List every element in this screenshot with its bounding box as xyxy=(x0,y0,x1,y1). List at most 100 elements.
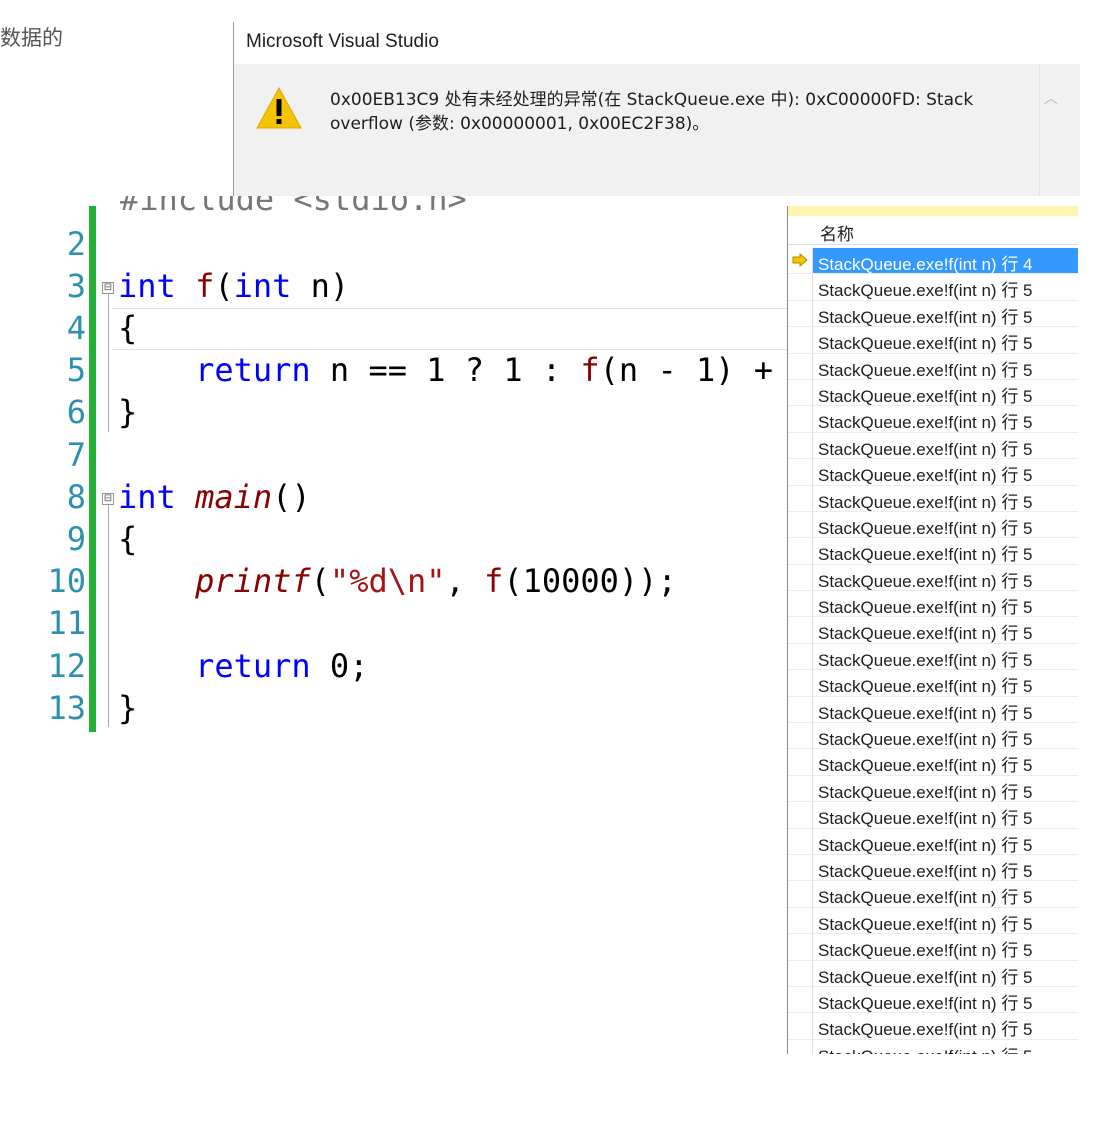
frame-gutter xyxy=(788,907,813,934)
code-text: { xyxy=(118,309,138,347)
call-stack-frame[interactable]: StackQueue.exe!f(int n) 行 5 xyxy=(788,327,1078,354)
call-stack-frame[interactable]: StackQueue.exe!f(int n) 行 5 xyxy=(788,1013,1078,1040)
frame-gutter xyxy=(788,986,813,1013)
call-stack-frame[interactable]: StackQueue.exe!f(int n) 行 4 xyxy=(788,248,1078,275)
call-stack-frame[interactable]: StackQueue.exe!f(int n) 行 5 xyxy=(788,485,1078,512)
frame-gutter xyxy=(788,1039,813,1054)
code-text: int f(int n) xyxy=(118,267,350,305)
frame-gutter xyxy=(788,511,813,538)
call-stack-frame[interactable]: StackQueue.exe!f(int n) 行 5 xyxy=(788,406,1078,433)
frame-label: StackQueue.exe!f(int n) 行 5 xyxy=(818,914,1033,934)
frame-label: StackQueue.exe!f(int n) 行 5 xyxy=(818,518,1033,538)
frame-label: StackQueue.exe!f(int n) 行 5 xyxy=(818,888,1033,908)
call-stack-frame[interactable]: StackQueue.exe!f(int n) 行 5 xyxy=(788,459,1078,486)
call-stack-frame[interactable]: StackQueue.exe!f(int n) 行 5 xyxy=(788,432,1078,460)
call-stack-frame[interactable]: StackQueue.exe!f(int n) 行 5 xyxy=(788,538,1078,565)
frame-gutter xyxy=(788,934,813,960)
code-line: 11 xyxy=(0,602,787,644)
code-line-1-partial: #include <stdio.h> xyxy=(120,196,467,218)
frame-label: StackQueue.exe!f(int n) 行 5 xyxy=(818,571,1033,591)
call-stack-frame[interactable]: StackQueue.exe!f(int n) 行 5 xyxy=(788,274,1078,301)
call-stack-frame[interactable]: StackQueue.exe!f(int n) 行 5 xyxy=(788,828,1078,855)
frame-label: StackQueue.exe!f(int n) 行 5 xyxy=(818,624,1033,644)
call-stack-frame[interactable]: StackQueue.exe!f(int n) 行 5 xyxy=(788,723,1078,750)
call-stack-frame[interactable]: StackQueue.exe!f(int n) 行 5 xyxy=(788,643,1078,671)
frame-gutter xyxy=(788,406,813,432)
code-line: 13 } xyxy=(0,687,787,729)
code-line: 5 return n == 1 ? 1 : f(n - 1) + xyxy=(0,349,787,391)
frame-gutter xyxy=(788,670,813,696)
exception-message-line-1: 0x00EB13C9 处有未经处理的异常(在 StackQueue.exe 中)… xyxy=(330,90,974,110)
frame-label: StackQueue.exe!f(int n) 行 5 xyxy=(818,730,1033,750)
code-line: 9 { xyxy=(0,518,787,560)
call-stack-frame[interactable]: StackQueue.exe!f(int n) 行 5 xyxy=(788,960,1078,987)
call-stack-frame[interactable]: StackQueue.exe!f(int n) 行 5 xyxy=(788,353,1078,380)
call-stack-frame[interactable]: StackQueue.exe!f(int n) 行 5 xyxy=(788,511,1078,539)
call-stack-frame[interactable]: StackQueue.exe!f(int n) 行 5 xyxy=(788,591,1078,618)
line-number: 5 xyxy=(66,351,86,389)
frame-label: StackQueue.exe!f(int n) 行 5 xyxy=(818,281,1033,301)
warning-icon xyxy=(256,86,302,129)
code-text: } xyxy=(118,689,138,727)
code-editor[interactable]: #include <stdio.h> ⊟ ⊟ 2 3 int f(int n) … xyxy=(0,196,787,756)
frame-gutter xyxy=(788,854,813,881)
exception-message[interactable]: 0x00EB13C9 处有未经处理的异常(在 StackQueue.exe 中)… xyxy=(330,88,1010,136)
line-number: 2 xyxy=(66,225,86,263)
frame-gutter xyxy=(788,564,813,591)
call-stack-frame[interactable]: StackQueue.exe!f(int n) 行 5 xyxy=(788,696,1078,724)
call-stack-top-bar xyxy=(788,206,1078,216)
frame-label: StackQueue.exe!f(int n) 行 5 xyxy=(818,861,1033,881)
call-stack-frame[interactable]: StackQueue.exe!f(int n) 行 5 xyxy=(788,670,1078,697)
call-stack-header[interactable]: 名称 xyxy=(788,218,1078,245)
line-number: 12 xyxy=(47,647,86,685)
frame-label: StackQueue.exe!f(int n) 行 5 xyxy=(818,307,1033,327)
frame-label: StackQueue.exe!f(int n) 行 5 xyxy=(818,993,1033,1013)
frame-label: StackQueue.exe!f(int n) 行 5 xyxy=(818,466,1033,486)
frame-gutter xyxy=(788,1013,813,1039)
current-frame-arrow-icon xyxy=(792,253,808,267)
call-stack-frame[interactable]: StackQueue.exe!f(int n) 行 5 xyxy=(788,854,1078,882)
frame-gutter xyxy=(788,775,813,802)
call-stack-frame[interactable]: StackQueue.exe!f(int n) 行 5 xyxy=(788,617,1078,644)
column-header-name[interactable]: 名称 xyxy=(820,220,854,245)
frame-label: StackQueue.exe!f(int n) 行 5 xyxy=(818,782,1033,802)
frame-label: StackQueue.exe!f(int n) 行 5 xyxy=(818,334,1033,354)
code-line: 10 printf("%d\n", f(10000)); xyxy=(0,560,787,602)
frame-gutter xyxy=(788,248,813,274)
code-line: 3 int f(int n) xyxy=(0,265,787,307)
frame-gutter xyxy=(788,696,813,723)
code-text: return n == 1 ? 1 : f(n - 1) + xyxy=(195,351,774,389)
call-stack-frame[interactable]: StackQueue.exe!f(int n) 行 5 xyxy=(788,749,1078,776)
call-stack-frame[interactable]: StackQueue.exe!f(int n) 行 5 xyxy=(788,986,1078,1014)
frame-label: StackQueue.exe!f(int n) 行 5 xyxy=(818,413,1033,433)
frame-label: StackQueue.exe!f(int n) 行 5 xyxy=(818,439,1033,459)
frame-gutter xyxy=(788,591,813,617)
frame-gutter xyxy=(788,274,813,300)
frame-label: StackQueue.exe!f(int n) 行 5 xyxy=(818,598,1033,618)
dialog-scrollbar[interactable]: ︿ xyxy=(1039,64,1080,196)
call-stack-frame[interactable]: StackQueue.exe!f(int n) 行 5 xyxy=(788,379,1078,407)
call-stack-frame[interactable]: StackQueue.exe!f(int n) 行 5 xyxy=(788,564,1078,592)
call-stack-frame[interactable]: StackQueue.exe!f(int n) 行 5 xyxy=(788,881,1078,908)
call-stack-frame[interactable]: StackQueue.exe!f(int n) 行 5 xyxy=(788,1039,1078,1054)
call-stack-frame[interactable]: StackQueue.exe!f(int n) 行 5 xyxy=(788,934,1078,961)
call-stack-list: StackQueue.exe!f(int n) 行 4 StackQueue.ex… xyxy=(788,248,1078,1054)
line-number: 10 xyxy=(47,562,86,600)
line-number: 4 xyxy=(66,309,86,347)
frame-gutter xyxy=(788,881,813,907)
frame-gutter xyxy=(788,300,813,327)
dialog-title: Microsoft Visual Studio xyxy=(246,31,439,52)
frame-label: StackQueue.exe!f(int n) 行 5 xyxy=(818,677,1033,697)
line-number: 8 xyxy=(66,478,86,516)
frame-label: StackQueue.exe!f(int n) 行 5 xyxy=(818,809,1033,829)
call-stack-frame[interactable]: StackQueue.exe!f(int n) 行 5 xyxy=(788,300,1078,328)
frame-label: StackQueue.exe!f(int n) 行 5 xyxy=(818,967,1033,987)
call-stack-frame[interactable]: StackQueue.exe!f(int n) 行 5 xyxy=(788,775,1078,803)
frame-gutter xyxy=(788,617,813,643)
code-line: 6 } xyxy=(0,391,787,433)
frame-gutter xyxy=(788,960,813,986)
call-stack-frame[interactable]: StackQueue.exe!f(int n) 行 5 xyxy=(788,802,1078,829)
call-stack-frame[interactable]: StackQueue.exe!f(int n) 行 5 xyxy=(788,907,1078,935)
code-line: 4 { xyxy=(0,307,787,349)
scroll-up-icon[interactable]: ︿ xyxy=(1044,88,1058,108)
